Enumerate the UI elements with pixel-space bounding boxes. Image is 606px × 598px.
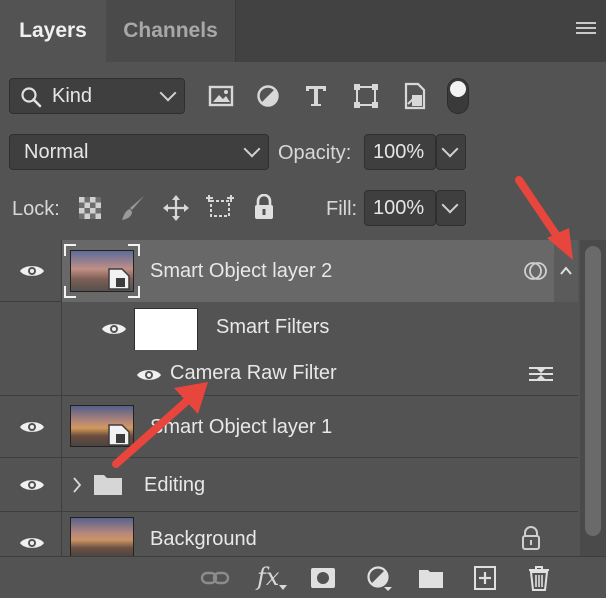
smart-filters-label: Smart Filters [216, 316, 330, 338]
scrollbar-thumb[interactable] [585, 246, 601, 536]
new-group-icon[interactable] [418, 567, 444, 589]
add-mask-icon[interactable] [310, 567, 336, 589]
lock-all-icon[interactable] [254, 194, 274, 220]
tab-channels[interactable]: Channels [106, 0, 236, 62]
eye-icon[interactable] [101, 321, 127, 337]
fill-slider-button[interactable] [436, 190, 466, 226]
filter-kind-label: Kind [52, 84, 93, 107]
camera-raw-filter-row[interactable]: Camera Raw Filter [0, 350, 578, 396]
visibility-column [0, 240, 62, 301]
lock-label: Lock: [12, 198, 60, 220]
blend-mode-dropdown[interactable]: Normal [9, 134, 269, 170]
fill-value: 100% [373, 196, 425, 219]
new-layer-icon[interactable] [474, 566, 496, 590]
filter-toggle-switch[interactable] [447, 78, 469, 114]
layer-row-smart-object-2[interactable]: Smart Object layer 2 [0, 240, 578, 302]
filter-kind-dropdown[interactable]: Kind [9, 78, 185, 114]
layers-list: Smart Object layer 2 Smart Filters Camer… [0, 240, 578, 556]
opacity-value: 100% [373, 140, 425, 163]
eye-icon[interactable] [19, 263, 45, 279]
fx-dropdown-marker [279, 585, 287, 590]
link-layers-icon[interactable] [200, 567, 230, 589]
eye-icon[interactable] [19, 477, 45, 493]
chevron-right-icon[interactable] [72, 476, 82, 494]
eye-icon[interactable] [19, 419, 45, 435]
fill-input[interactable]: 100% [364, 190, 436, 226]
smart-filters-row[interactable]: Smart Filters [0, 302, 578, 352]
layer-name: Smart Object layer 2 [150, 260, 333, 282]
fill-label: Fill: [326, 198, 358, 220]
shape-layer-filter-icon[interactable] [353, 83, 379, 109]
tab-layers[interactable]: Layers [0, 0, 106, 62]
layers-scrollbar[interactable] [580, 240, 606, 556]
lock-position-icon[interactable] [162, 194, 190, 222]
group-name: Editing [144, 474, 206, 496]
opacity-input[interactable]: 100% [364, 134, 436, 170]
smart-object-badge-icon [108, 268, 130, 290]
delete-layer-icon[interactable] [528, 565, 550, 591]
smart-filter-mask-thumbnail[interactable] [134, 308, 198, 352]
visibility-column [0, 396, 62, 457]
layer-row-smart-object-1[interactable]: Smart Object layer 1 [0, 396, 578, 458]
blend-mode-value: Normal [24, 140, 89, 163]
smart-object-filter-icon[interactable] [403, 82, 427, 110]
eye-icon[interactable] [19, 535, 45, 551]
opacity-slider-button[interactable] [436, 134, 466, 170]
annotation-arrow-filter [112, 382, 208, 468]
pixel-layer-filter-icon[interactable] [208, 84, 234, 108]
layer-thumbnail [70, 517, 134, 556]
blending-options-icon[interactable] [528, 364, 554, 384]
annotation-arrow-collapse [515, 176, 573, 260]
visibility-column [0, 302, 62, 350]
visibility-column [0, 350, 62, 395]
lock-transparent-pixels-icon[interactable] [78, 196, 102, 220]
lock-artboard-icon[interactable] [205, 194, 235, 222]
visibility-column [0, 512, 62, 556]
adjustment-layer-filter-icon[interactable] [256, 84, 280, 108]
layers-bottom-toolbar: fx [0, 556, 606, 598]
visibility-column [0, 458, 62, 511]
new-adjustment-layer-icon[interactable] [366, 565, 392, 591]
opacity-label: Opacity: [278, 142, 352, 164]
layer-row-background[interactable]: Background [0, 512, 578, 556]
layer-name: Background [150, 528, 257, 550]
layer-style-fx-button[interactable]: fx [257, 563, 279, 591]
search-icon [21, 87, 42, 108]
panel-tab-bar: Layers Channels [0, 0, 606, 62]
type-layer-filter-icon[interactable] [305, 84, 327, 108]
chevron-down-icon [441, 196, 459, 214]
chevron-down-icon [441, 140, 459, 158]
chevron-down-icon [243, 140, 261, 158]
panel-menu-icon[interactable] [576, 22, 596, 38]
lock-image-pixels-icon[interactable] [120, 194, 146, 222]
chevron-down-icon [159, 84, 177, 102]
layer-group-editing[interactable]: Editing [0, 458, 578, 512]
lock-icon [522, 526, 540, 550]
